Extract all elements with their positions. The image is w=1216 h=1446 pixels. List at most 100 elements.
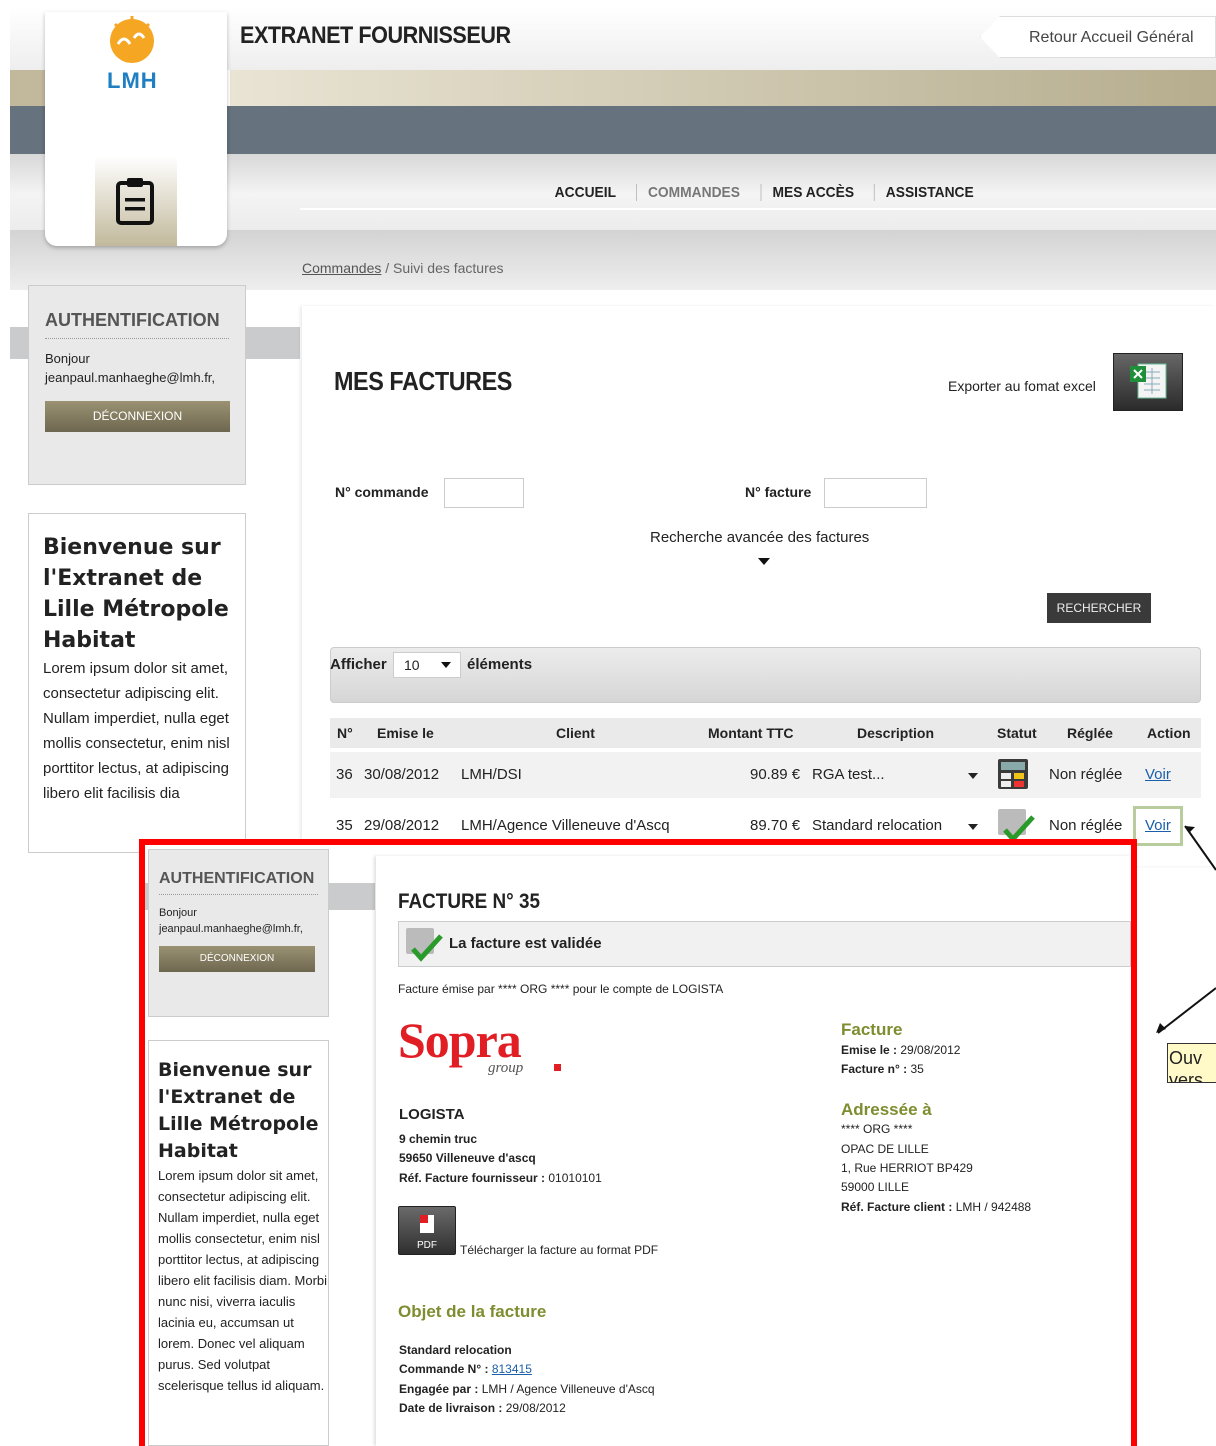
chevron-down-icon: [441, 662, 451, 668]
emise-value: 29/08/2012: [900, 1043, 961, 1057]
callout-line: vers: [1169, 1070, 1204, 1083]
header-band-left: [10, 70, 50, 106]
objet-text: Standard relocation: [399, 1343, 512, 1357]
nav-commandes[interactable]: COMMANDES: [635, 184, 751, 201]
pdf-download-link[interactable]: Télécharger la facture au format PDF: [460, 1243, 658, 1257]
nav-assistance[interactable]: ASSISTANCE: [874, 184, 985, 201]
auth-title: AUTHENTIFICATION: [45, 310, 220, 330]
greeting: Bonjour: [159, 907, 197, 919]
row-client: LMH/Agence Villeneuve d'Ascq: [461, 817, 670, 834]
main-nav: ACCUEIL COMMANDES MES ACCÈS ASSISTANCE: [540, 184, 990, 201]
pdf-icon: PDF: [417, 1215, 437, 1251]
caret-down-icon[interactable]: [758, 558, 770, 565]
col-status[interactable]: Statut: [997, 725, 1037, 741]
row-description: Standard relocation: [812, 817, 943, 834]
logo-mark: [554, 1064, 561, 1071]
ref-client-value: LMH / 942488: [955, 1200, 1032, 1214]
page-title: MES FACTURES: [334, 366, 512, 396]
commande-label: N° commande: [335, 484, 429, 500]
issued-by: Facture émise par **** ORG **** pour le …: [398, 982, 724, 996]
breadcrumb-current: / Suivi des factures: [381, 260, 504, 276]
welcome-box: Bienvenue sur l'Extranet de Lille Métrop…: [148, 1040, 329, 1446]
site-title: EXTRANET FOURNISSEUR: [240, 22, 511, 49]
show-label: Afficher: [330, 656, 387, 673]
col-amount[interactable]: Montant TTC: [708, 725, 794, 741]
ref-fournisseur-value: 01010101: [548, 1171, 602, 1185]
row-paid: Non réglée: [1049, 817, 1123, 834]
lmh-logo-icon: [110, 16, 154, 63]
clipboard-icon: [116, 178, 154, 225]
auth-title: AUTHENTIFICATION: [159, 870, 315, 887]
livraison-label: Date de livraison :: [399, 1401, 503, 1415]
row-num: 36: [336, 766, 353, 783]
welcome-title: Bienvenue sur l'Extranet de Lille Métrop…: [43, 535, 229, 653]
welcome-box: Bienvenue sur l'Extranet de Lille Métrop…: [28, 513, 246, 853]
auth-box: AUTHENTIFICATION Bonjour jeanpaul.manhaeg…: [148, 849, 329, 1017]
user-email: jeanpaul.manhaeghe@lmh.fr,: [45, 370, 216, 385]
callout-line: Ouv: [1169, 1048, 1203, 1068]
row-date: 30/08/2012: [364, 766, 440, 783]
pdf-download-button[interactable]: PDF: [398, 1206, 456, 1255]
row-amount: 89.70 €: [750, 817, 801, 834]
commande-input[interactable]: [444, 478, 524, 508]
adressee-heading: Adressée à: [841, 1100, 932, 1119]
user-email: jeanpaul.manhaeghe@lmh.fr,: [159, 923, 303, 935]
nav-divider: [300, 208, 1216, 210]
ref-fournisseur-label: Réf. Facture fournisseur :: [399, 1171, 546, 1185]
supplier-name: LOGISTA: [399, 1106, 465, 1123]
search-button[interactable]: RECHERCHER: [1047, 593, 1151, 623]
callout-note: Ouv vers: [1167, 1043, 1216, 1083]
voir-link[interactable]: Voir: [1145, 766, 1171, 783]
col-paid[interactable]: Réglée: [1067, 725, 1113, 741]
row-description: RGA test...: [812, 766, 885, 783]
supplier-city: 59650 Villeneuve d'ascq: [399, 1151, 536, 1165]
col-date[interactable]: Emise le: [377, 725, 434, 741]
row-date: 29/08/2012: [364, 817, 440, 834]
status-text: La facture est validée: [449, 935, 602, 952]
invoice-title: FACTURE N° 35: [398, 890, 540, 913]
auth-box: AUTHENTIFICATION Bonjour jeanpaul.manhaeg…: [28, 285, 246, 485]
supplier-logo-sub: group: [488, 1060, 524, 1076]
address-line: 1, Rue HERRIOT BP429: [841, 1161, 973, 1175]
logout-button[interactable]: DÉCONNEXION: [45, 401, 230, 432]
address-line: 59000 LILLE: [841, 1180, 910, 1194]
advanced-search-toggle[interactable]: Recherche avancée des factures: [650, 529, 869, 546]
retour-accueil-link[interactable]: Retour Accueil Général: [980, 16, 1216, 58]
nav-mes-acces[interactable]: MES ACCÈS: [760, 184, 865, 201]
col-num[interactable]: N°: [337, 725, 353, 741]
emise-label: Emise le :: [841, 1043, 898, 1057]
nav-accueil[interactable]: ACCUEIL: [544, 184, 627, 201]
welcome-text: Lorem ipsum dolor sit amet, consectetur …: [158, 1168, 328, 1393]
welcome-text: Lorem ipsum dolor sit amet, consectetur …: [43, 660, 230, 802]
facture-heading: Facture: [841, 1020, 903, 1039]
address-line: OPAC DE LILLE: [841, 1142, 929, 1156]
engagee-label: Engagée par :: [399, 1382, 479, 1396]
commande-link[interactable]: 813415: [492, 1362, 532, 1376]
show-suffix: éléments: [467, 656, 533, 673]
row-client: LMH/DSI: [461, 766, 522, 783]
logo-text: LMH: [107, 68, 158, 93]
col-description[interactable]: Description: [857, 725, 934, 741]
facture-num-value: 35: [910, 1062, 924, 1076]
address-line: **** ORG ****: [841, 1122, 913, 1136]
col-client[interactable]: Client: [556, 725, 595, 741]
facture-input[interactable]: [824, 478, 927, 508]
logout-button[interactable]: DÉCONNEXION: [159, 946, 315, 972]
supplier-street: 9 chemin truc: [399, 1132, 478, 1146]
col-action: Action: [1147, 725, 1191, 741]
annotation-arrow-icon: [1156, 825, 1216, 1034]
supplier-logo: Sopra: [398, 1012, 522, 1068]
facture-num-label: Facture n° :: [841, 1062, 908, 1076]
objet-heading: Objet de la facture: [398, 1302, 547, 1321]
excel-export-button[interactable]: [1113, 353, 1183, 411]
description-dropdown-icon[interactable]: [968, 824, 978, 830]
row-amount: 90.89 €: [750, 766, 801, 783]
calculator-status-icon: [998, 759, 1028, 789]
breadcrumb-link-commandes[interactable]: Commandes: [302, 260, 381, 276]
description-dropdown-icon[interactable]: [968, 773, 978, 779]
facture-label: N° facture: [745, 484, 812, 500]
row-num: 35: [336, 817, 353, 834]
header-band: [230, 70, 1216, 106]
export-label: Exporter au fomat excel: [948, 378, 1096, 394]
greeting: Bonjour: [45, 351, 90, 366]
